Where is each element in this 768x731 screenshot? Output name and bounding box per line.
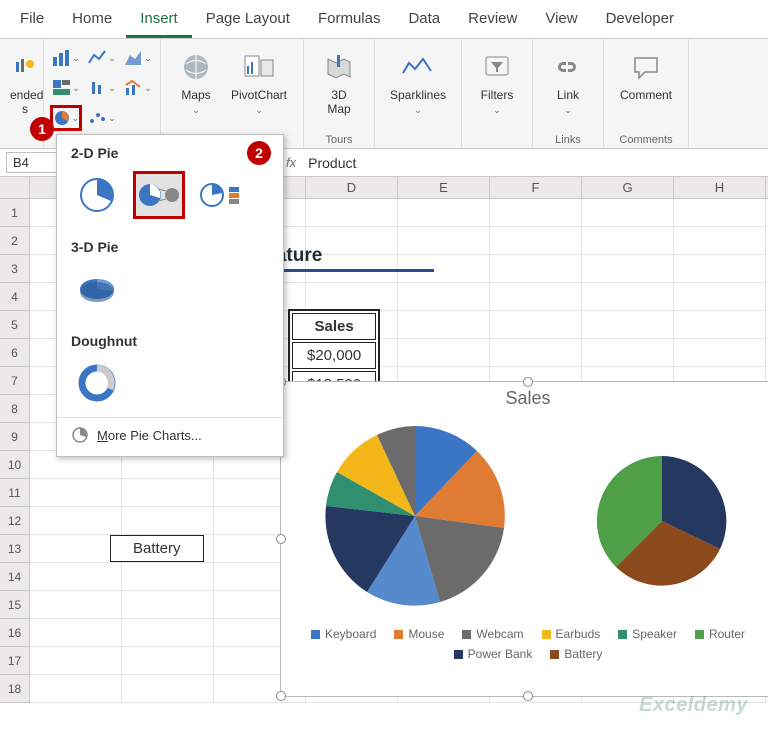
col-e[interactable]: E (398, 177, 490, 198)
dd-section-3d-pie: 3-D Pie (57, 229, 283, 261)
pie-option-basic[interactable] (71, 171, 123, 219)
stats-chart-button[interactable]: ⌄ (86, 75, 118, 101)
tab-data[interactable]: Data (394, 4, 454, 38)
legend-item: Power Bank (454, 647, 533, 661)
sparklines-button[interactable]: Sparklines⌄ (383, 43, 453, 121)
comment-button[interactable]: Comment (612, 43, 680, 107)
filters-button[interactable]: Filters⌄ (470, 43, 524, 121)
tab-developer[interactable]: Developer (592, 4, 688, 38)
area-chart-button[interactable]: ⌄ (122, 45, 154, 71)
scatter-chart-button[interactable]: ⌄ (86, 105, 118, 131)
pie-chart-dropdown-button[interactable]: ⌄ (50, 105, 82, 131)
header-sales: Sales (292, 313, 376, 340)
primary-pie (310, 416, 520, 616)
watermark: Exceldemy (639, 694, 748, 717)
cell-battery: Battery (110, 535, 204, 562)
callout-1: 1 (30, 117, 54, 141)
col-d[interactable]: D (306, 177, 398, 198)
tab-review[interactable]: Review (454, 4, 531, 38)
treemap-chart-button[interactable]: ⌄ (50, 75, 82, 101)
maps-button[interactable]: Maps⌄ (169, 43, 223, 121)
combo-chart-button[interactable]: ⌄ (122, 75, 154, 101)
link-icon (552, 55, 584, 79)
filter-icon (483, 54, 511, 80)
tab-view[interactable]: View (531, 4, 591, 38)
recommended-icon (14, 56, 36, 78)
3d-map-button[interactable]: 3D Map (312, 43, 366, 121)
tab-home[interactable]: Home (58, 4, 126, 38)
sparkline-icon (401, 55, 435, 79)
recommended-charts-button[interactable]: endeds (8, 43, 42, 121)
pie-option-3d[interactable] (71, 265, 123, 313)
globe-icon (181, 52, 211, 82)
legend-item: Speaker (618, 627, 677, 641)
comments-group-label: Comments (612, 132, 680, 146)
pivotchart-icon (243, 52, 275, 82)
tours-group-label: Tours (312, 132, 366, 146)
legend-item: Battery (550, 647, 602, 661)
legend-item: Keyboard (311, 627, 376, 641)
chart-object[interactable]: Sales (280, 381, 768, 697)
charts-gallery: ⌄ ⌄ ⌄ ⌄ ⌄ ⌄ ⌄ ⌄ (50, 45, 154, 133)
tab-formulas[interactable]: Formulas (304, 4, 395, 38)
link-button[interactable]: Link⌄ (541, 43, 595, 121)
ribbon-tabs: File Home Insert Page Layout Formulas Da… (0, 0, 768, 39)
callout-2: 2 (247, 141, 271, 165)
column-chart-button[interactable]: ⌄ (50, 45, 82, 71)
row-headers: 123456789101112131415161718 (0, 199, 30, 703)
pivotchart-button[interactable]: PivotChart⌄ (223, 43, 295, 121)
col-g[interactable]: G (582, 177, 674, 198)
tab-file[interactable]: File (6, 4, 58, 38)
dd-section-doughnut: Doughnut (57, 323, 283, 355)
legend-item: Webcam (462, 627, 523, 641)
legend-item: Router (695, 627, 745, 641)
comment-icon (631, 54, 661, 80)
chart-title[interactable]: Sales (281, 382, 768, 411)
pie-icon (53, 109, 71, 127)
map3d-icon (324, 52, 354, 82)
pie-small-icon (71, 426, 89, 444)
chart-legend[interactable]: Keyboard Mouse Webcam Earbuds Speaker Ro… (281, 621, 768, 667)
tab-page-layout[interactable]: Page Layout (192, 4, 304, 38)
line-chart-button[interactable]: ⌄ (86, 45, 118, 71)
secondary-pie (577, 431, 747, 601)
chart-plot-area[interactable] (281, 411, 768, 621)
formula-input[interactable]: Product (302, 155, 362, 171)
col-h[interactable]: H (674, 177, 766, 198)
legend-item: Earbuds (542, 627, 601, 641)
tab-insert[interactable]: Insert (126, 4, 192, 38)
doughnut-option[interactable] (71, 359, 123, 407)
pie-chart-dropdown: 2-D Pie 2 3-D Pie Doughnut More Pie Char… (56, 134, 284, 457)
pie-option-pie-of-pie[interactable] (133, 171, 185, 219)
ribbon: endeds ⌄ ⌄ ⌄ ⌄ ⌄ ⌄ ⌄ ⌄ 1 Maps⌄ PivotChar… (0, 39, 768, 149)
cell-sales-1: $20,000 (292, 342, 376, 369)
legend-item: Mouse (394, 627, 444, 641)
links-group-label: Links (541, 132, 595, 146)
col-f[interactable]: F (490, 177, 582, 198)
more-pie-charts[interactable]: More Pie Charts... (57, 417, 283, 452)
pie-option-bar-of-pie[interactable] (195, 171, 247, 219)
